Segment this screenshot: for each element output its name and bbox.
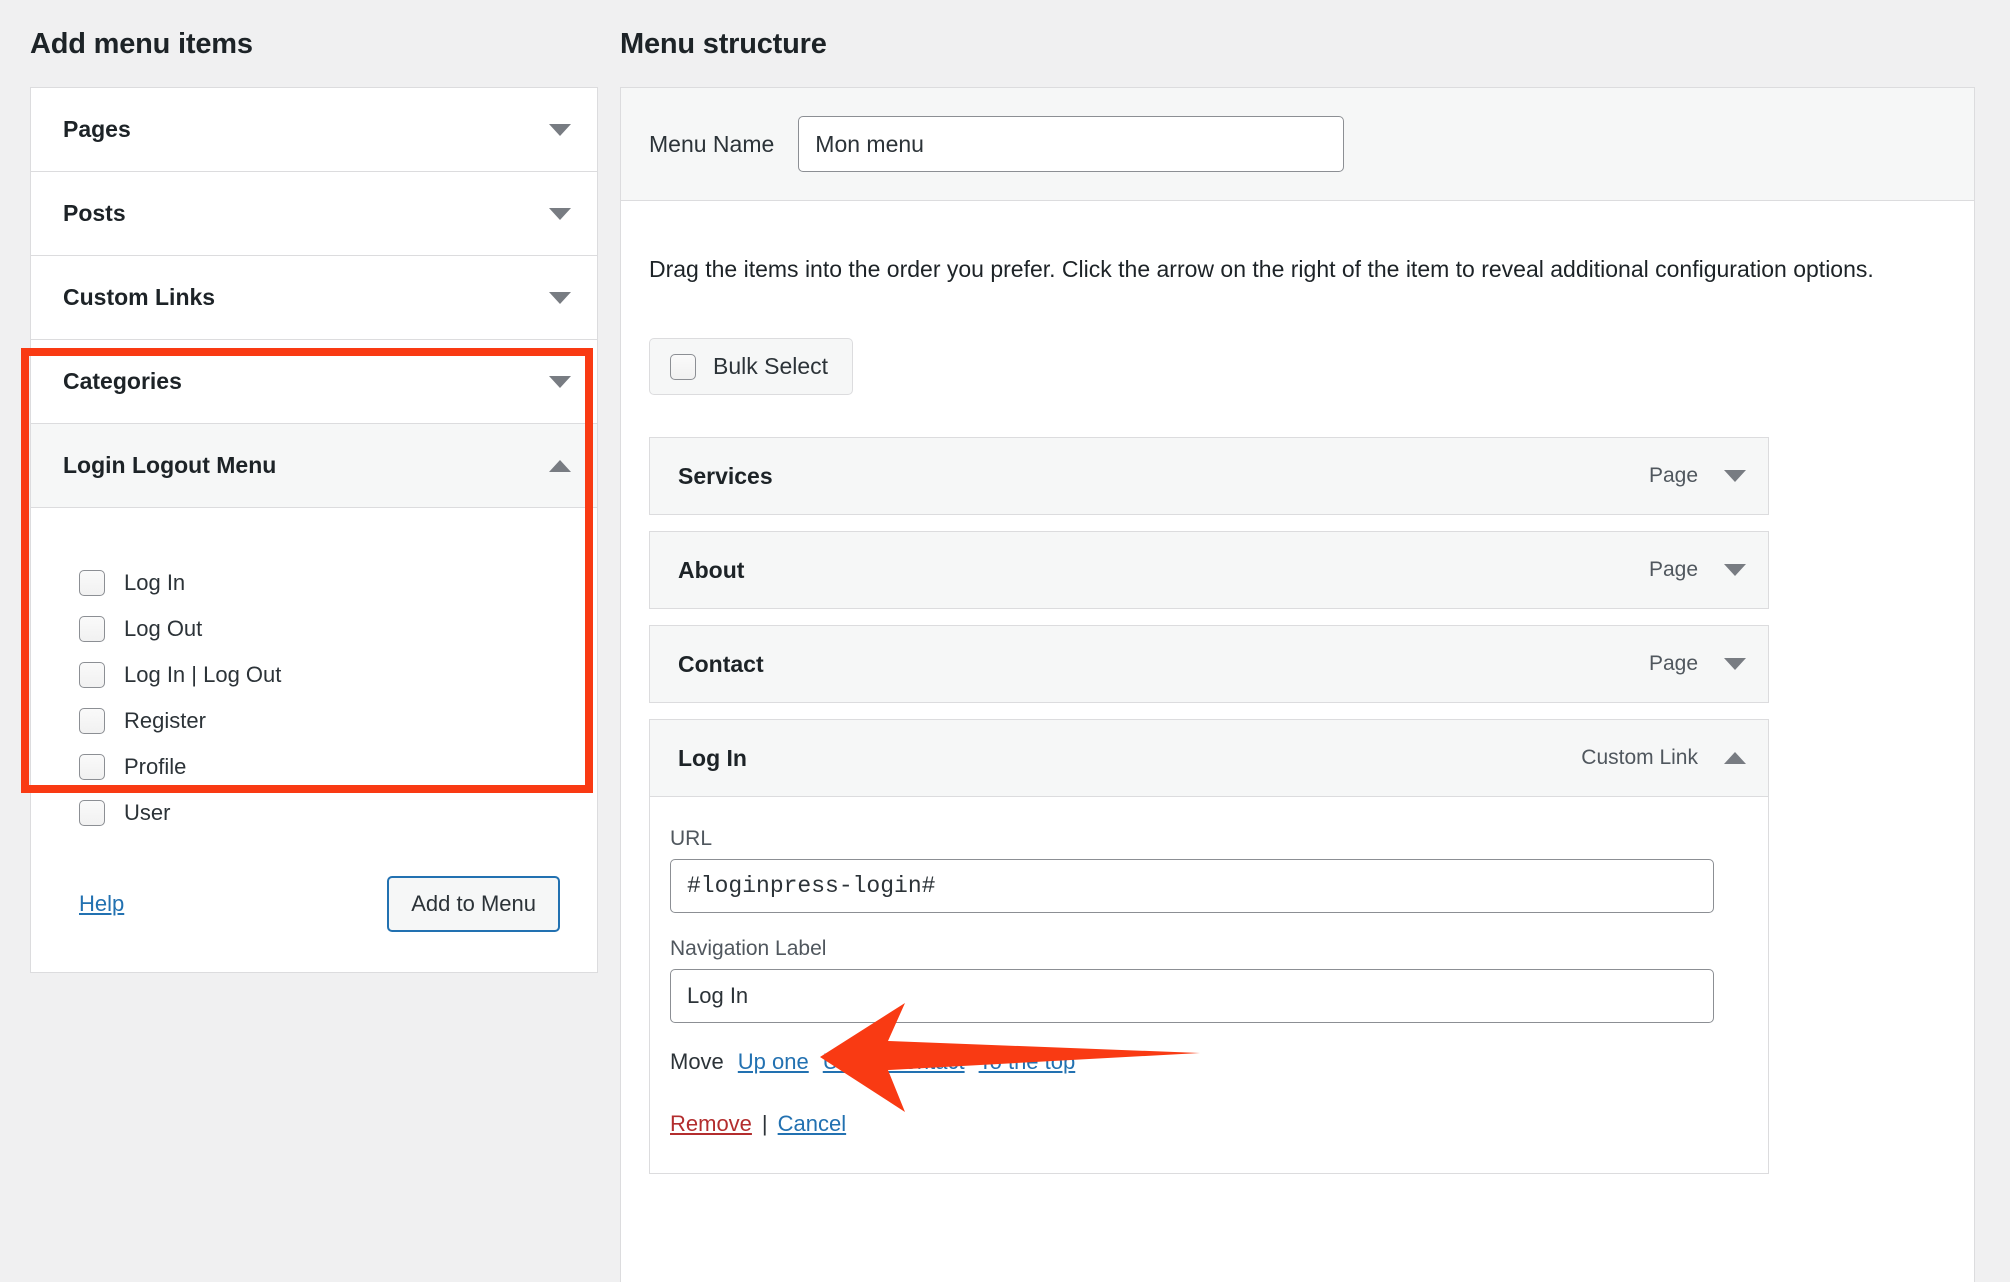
move-row: Move Up one Under Contact To the top bbox=[670, 1049, 1740, 1075]
menu-structure-column: Menu structure Menu Name Drag the items … bbox=[618, 0, 2010, 1282]
add-to-menu-button[interactable]: Add to Menu bbox=[387, 876, 560, 932]
action-separator: | bbox=[761, 1111, 768, 1137]
checkbox-row-register[interactable]: Register bbox=[79, 698, 597, 744]
checkbox-label-user: User bbox=[124, 800, 171, 825]
checkbox-label-register: Register bbox=[124, 708, 206, 733]
menu-name-bar: Menu Name bbox=[621, 88, 1974, 201]
checkbox-label-log-out: Log Out bbox=[124, 616, 203, 641]
menu-item-type-services: Page bbox=[1648, 464, 1698, 488]
url-field-block: URL bbox=[670, 827, 1740, 914]
move-up-one-link[interactable]: Up one bbox=[738, 1049, 809, 1075]
checkbox-log-in[interactable] bbox=[79, 570, 105, 596]
checkbox-row-log-in[interactable]: Log In bbox=[79, 560, 597, 606]
help-link[interactable]: Help bbox=[79, 891, 124, 917]
navigation-label-field-label: Navigation Label bbox=[670, 937, 827, 961]
menu-item-settings-log-in: URL Navigation Label Move Up one Under C… bbox=[650, 796, 1768, 1174]
checkbox-register[interactable] bbox=[79, 708, 105, 734]
login-logout-menu-body: Log In Log Out Log In | Log Out Register bbox=[31, 508, 597, 972]
accordion-label-posts: Posts bbox=[63, 200, 126, 226]
chevron-down-icon[interactable] bbox=[1724, 564, 1746, 577]
navigation-label-input[interactable] bbox=[670, 969, 1714, 1024]
move-to-the-top-link[interactable]: To the top bbox=[979, 1049, 1076, 1075]
menu-item-header-contact[interactable]: Contact Page bbox=[650, 626, 1768, 702]
menu-item-header-services[interactable]: Services Page bbox=[650, 438, 1768, 514]
checkbox-row-log-out[interactable]: Log Out bbox=[79, 606, 597, 652]
move-under-contact-link[interactable]: Under Contact bbox=[823, 1049, 965, 1075]
accordion-label-custom-links: Custom Links bbox=[63, 284, 216, 310]
chevron-up-icon[interactable] bbox=[549, 459, 571, 472]
menu-item-type-about: Page bbox=[1648, 558, 1698, 582]
wordpress-menus-admin-screen: Add menu items Pages Posts Custom Links … bbox=[0, 0, 2010, 1282]
navigation-label-field-block: Navigation Label bbox=[670, 937, 1740, 1024]
chevron-up-icon[interactable] bbox=[1724, 752, 1746, 765]
accordion-section-pages[interactable]: Pages bbox=[31, 88, 597, 172]
add-menu-items-column: Add menu items Pages Posts Custom Links … bbox=[0, 0, 618, 973]
menu-item-title-about: About bbox=[678, 556, 745, 583]
menu-item-title-services: Services bbox=[678, 462, 773, 489]
drag-instructions-text: Drag the items into the order you prefer… bbox=[649, 256, 1874, 282]
accordion-section-custom-links[interactable]: Custom Links bbox=[31, 256, 597, 340]
menu-item-contact[interactable]: Contact Page bbox=[649, 625, 1769, 704]
chevron-down-icon[interactable] bbox=[549, 207, 571, 220]
chevron-down-icon[interactable] bbox=[1724, 470, 1746, 483]
menu-item-about[interactable]: About Page bbox=[649, 531, 1769, 610]
checkbox-label-log-in: Log In bbox=[124, 570, 186, 595]
login-logout-checkbox-list: Log In Log Out Log In | Log Out Register bbox=[31, 560, 597, 836]
accordion-label-pages: Pages bbox=[63, 116, 131, 142]
url-field-label: URL bbox=[670, 827, 713, 851]
chevron-down-icon[interactable] bbox=[1724, 658, 1746, 671]
menu-item-header-about[interactable]: About Page bbox=[650, 532, 1768, 608]
menu-name-label: Menu Name bbox=[649, 130, 775, 157]
checkbox-log-in-log-out[interactable] bbox=[79, 662, 105, 688]
checkbox-row-profile[interactable]: Profile bbox=[79, 744, 597, 790]
remove-link[interactable]: Remove bbox=[670, 1111, 752, 1137]
menu-item-header-log-in[interactable]: Log In Custom Link bbox=[650, 720, 1768, 796]
menu-item-type-log-in: Custom Link bbox=[1581, 746, 1698, 770]
menu-item-type-contact: Page bbox=[1648, 652, 1698, 676]
checkbox-label-log-in-log-out: Log In | Log Out bbox=[124, 662, 282, 687]
accordion-section-categories[interactable]: Categories bbox=[31, 340, 597, 424]
chevron-down-icon[interactable] bbox=[549, 123, 571, 136]
menu-item-services[interactable]: Services Page bbox=[649, 437, 1769, 516]
accordion-label-categories: Categories bbox=[63, 368, 182, 394]
menu-item-title-contact: Contact bbox=[678, 650, 764, 677]
checkbox-row-log-in-log-out[interactable]: Log In | Log Out bbox=[79, 652, 597, 698]
bulk-select-label: Bulk Select bbox=[713, 353, 829, 380]
bulk-select-button[interactable]: Bulk Select bbox=[649, 338, 854, 396]
checkbox-row-user[interactable]: User bbox=[79, 790, 597, 836]
chevron-down-icon[interactable] bbox=[549, 291, 571, 304]
cancel-link[interactable]: Cancel bbox=[778, 1111, 846, 1137]
item-action-row: Remove | Cancel bbox=[670, 1111, 1740, 1137]
bulk-select-wrapper: Bulk Select bbox=[621, 308, 1974, 396]
page-title-menu-structure: Menu structure bbox=[620, 28, 827, 60]
page-title-add-menu-items: Add menu items bbox=[30, 28, 253, 60]
checkbox-user[interactable] bbox=[79, 800, 105, 826]
accordion-section-posts[interactable]: Posts bbox=[31, 172, 597, 256]
menu-name-input[interactable] bbox=[798, 116, 1345, 172]
accordion-section-login-logout-menu: Login Logout Menu Log In Log Out Log In … bbox=[30, 424, 598, 973]
menu-items-list: Services Page About Page Contact Page Lo… bbox=[621, 395, 1974, 1175]
checkbox-log-out[interactable] bbox=[79, 616, 105, 642]
chevron-down-icon[interactable] bbox=[549, 375, 571, 388]
menu-item-title-log-in: Log In bbox=[678, 744, 747, 771]
checkbox-label-profile: Profile bbox=[124, 754, 187, 779]
move-label: Move bbox=[670, 1049, 724, 1075]
menu-item-log-in[interactable]: Log In Custom Link URL Navigation Label bbox=[649, 719, 1769, 1175]
add-items-accordion: Pages Posts Custom Links Categories bbox=[30, 87, 598, 424]
checkbox-profile[interactable] bbox=[79, 754, 105, 780]
login-logout-menu-footer: Help Add to Menu bbox=[31, 836, 597, 938]
login-logout-menu-header[interactable]: Login Logout Menu bbox=[31, 424, 597, 508]
checkbox-bulk-select[interactable] bbox=[670, 353, 696, 380]
url-input[interactable] bbox=[670, 859, 1714, 914]
accordion-label-login-logout-menu: Login Logout Menu bbox=[63, 452, 277, 478]
menu-structure-panel: Menu Name Drag the items into the order … bbox=[620, 87, 1975, 1282]
